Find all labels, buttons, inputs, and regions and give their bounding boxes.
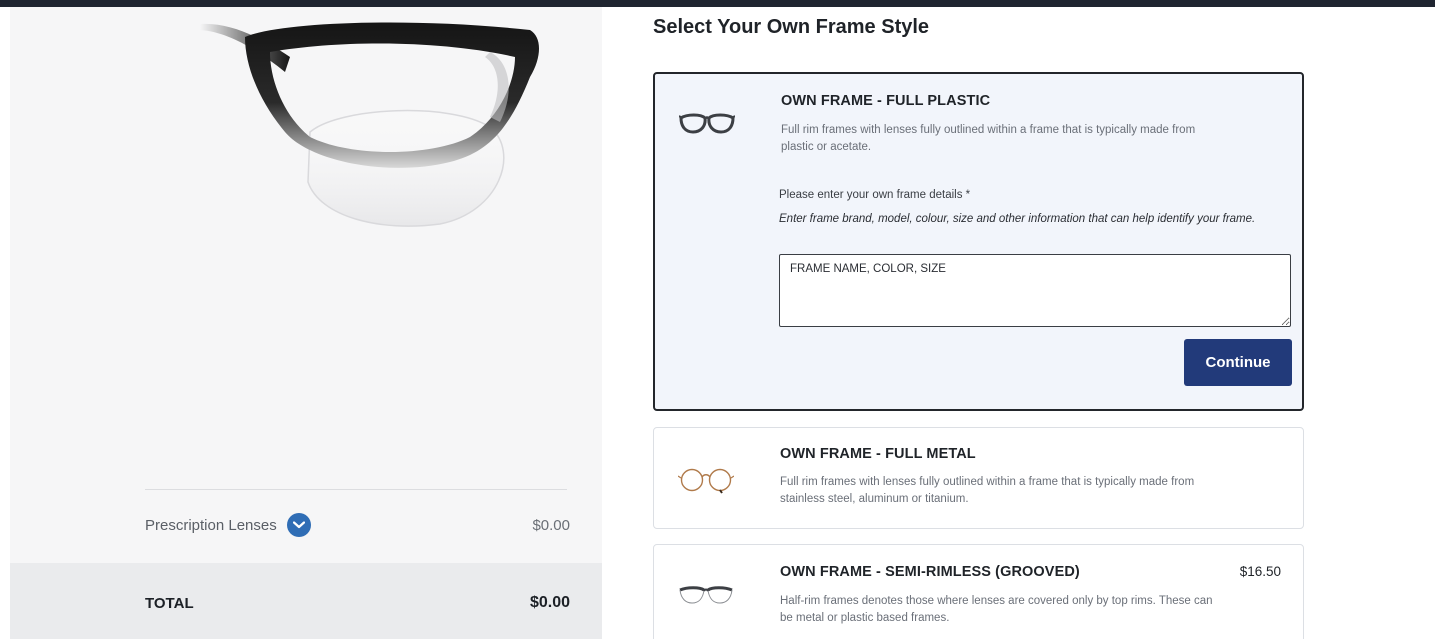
frame-option-full-plastic[interactable]: OWN FRAME - FULL PLASTIC Full rim frames… — [653, 72, 1304, 411]
frame-option-price: $16.50 — [1239, 564, 1281, 579]
prescription-lenses-row: Prescription Lenses $0.00 — [145, 510, 570, 540]
frame-details-hint: Enter frame brand, model, colour, size a… — [779, 213, 1256, 225]
continue-button[interactable]: Continue — [1184, 339, 1292, 386]
top-bar — [0, 0, 1435, 7]
page-title: Select Your Own Frame Style — [653, 16, 930, 38]
frame-option-full-metal[interactable]: OWN FRAME - FULL METAL Full rim frames w… — [653, 427, 1304, 529]
metal-glasses-icon — [677, 464, 735, 494]
total-row: TOTAL $0.00 — [145, 594, 570, 612]
frame-option-description: Full rim frames with lenses fully outlin… — [781, 124, 1196, 153]
frame-option-title: OWN FRAME - SEMI-RIMLESS (GROOVED) — [780, 564, 1080, 580]
prescription-lenses-label: Prescription Lenses — [145, 516, 277, 534]
summary-divider — [145, 489, 567, 490]
glasses-preview-image — [190, 12, 550, 227]
order-summary-panel: Prescription Lenses $0.00 TOTAL $0.00 — [10, 7, 602, 639]
frame-option-semi-rimless[interactable]: OWN FRAME - SEMI-RIMLESS (GROOVED) $16.5… — [653, 544, 1304, 639]
semi-rimless-glasses-icon — [678, 581, 734, 611]
prescription-lenses-price: $0.00 — [532, 516, 570, 534]
chevron-down-icon — [292, 521, 305, 529]
total-label: TOTAL — [145, 594, 194, 612]
frame-option-description: Half-rim frames denotes those where lens… — [780, 595, 1213, 624]
plastic-glasses-icon — [678, 108, 736, 138]
frame-details-label: Please enter your own frame details * — [779, 189, 971, 201]
total-price: $0.00 — [529, 594, 570, 611]
expand-lenses-toggle[interactable] — [286, 513, 311, 537]
frame-option-title: OWN FRAME - FULL METAL — [780, 446, 976, 462]
frame-option-title: OWN FRAME - FULL PLASTIC — [781, 93, 991, 109]
frame-details-input[interactable]: FRAME NAME, COLOR, SIZE — [779, 254, 1291, 327]
frame-option-description: Full rim frames with lenses fully outlin… — [780, 476, 1195, 505]
